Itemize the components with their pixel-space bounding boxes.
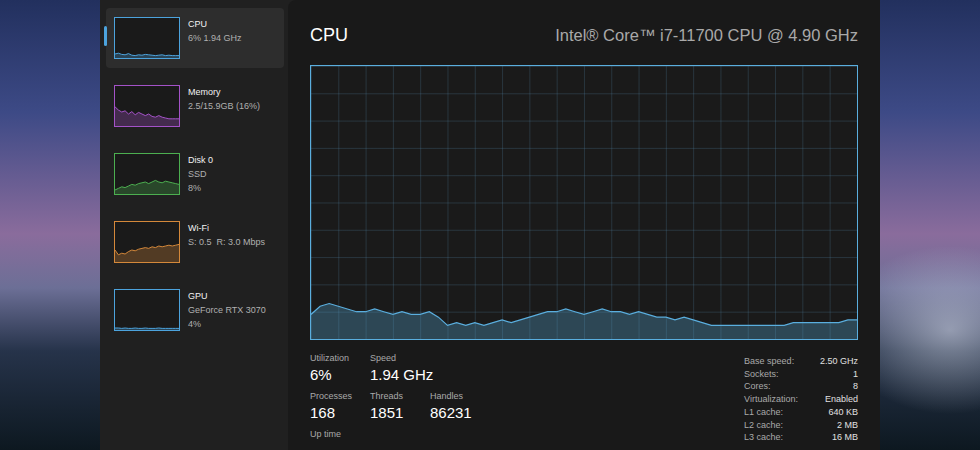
stat: Up time <box>310 428 358 440</box>
item-text: Memory2.5/15.9GB (16%) <box>188 85 260 113</box>
spec-label: Cores: <box>744 380 798 393</box>
stat: Handles86231 <box>430 390 478 424</box>
sidebar-item[interactable]: GPUGeForce RTX 30704% <box>106 280 284 340</box>
spec-label: L1 cache: <box>744 406 798 419</box>
stat-label: Speed <box>370 352 433 364</box>
spec-value: 640 KB <box>820 406 858 419</box>
item-detail: 4% <box>188 317 266 331</box>
spec-label: Base speed: <box>744 355 798 368</box>
spec-label: L2 cache: <box>744 419 798 432</box>
task-manager-window: CPU6% 1.94 GHzMemory2.5/15.9GB (16%)Disk… <box>100 0 880 450</box>
cpu-chart <box>310 65 858 340</box>
stat-label: Threads <box>370 390 418 402</box>
spec-value: Enabled <box>820 393 858 406</box>
spec-label: Virtualization: <box>744 393 798 406</box>
sparkline-line <box>115 180 179 190</box>
sidebar-item[interactable]: CPU6% 1.94 GHz <box>106 8 284 68</box>
spec-value: 2 MB <box>820 419 858 432</box>
sparkline-line <box>115 244 179 254</box>
thumbnail-graph <box>114 221 180 263</box>
stat-value: 1.94 GHz <box>370 364 433 386</box>
sidebar-item[interactable]: Memory2.5/15.9GB (16%) <box>106 76 284 136</box>
sparkline-line <box>115 107 179 119</box>
item-detail: S: 0.5 R: 3.0 Mbps <box>188 235 265 249</box>
sparkline-area <box>115 244 179 262</box>
item-name: CPU <box>188 17 242 31</box>
stat-label: Handles <box>430 390 478 402</box>
thumbnail-graph <box>114 289 180 331</box>
sidebar-item[interactable]: Wi-FiS: 0.5 R: 3.0 Mbps <box>106 212 284 272</box>
sparkline-line <box>115 328 179 329</box>
sparkline-area <box>115 180 179 194</box>
page-title: CPU <box>310 22 348 49</box>
item-text: Disk 0SSD8% <box>188 153 213 195</box>
item-text: CPU6% 1.94 GHz <box>188 17 242 45</box>
thumbnail-graph <box>114 85 180 127</box>
stat-value: 6% <box>310 364 358 386</box>
spec-label: Sockets: <box>744 368 798 381</box>
spec-value: 1 <box>820 368 858 381</box>
sparkline-line <box>115 53 179 55</box>
stats-area: Utilization6% Speed1.94 GHz Processes168 Th… <box>310 352 858 444</box>
sparkline <box>115 86 179 126</box>
item-text: Wi-FiS: 0.5 R: 3.0 Mbps <box>188 221 265 249</box>
stats-row: Utilization6% Speed1.94 GHz <box>310 352 478 386</box>
item-text: GPUGeForce RTX 30704% <box>188 289 266 331</box>
stat: Processes168 <box>310 390 358 424</box>
item-detail: 2.5/15.9GB (16%) <box>188 99 260 113</box>
item-name: GPU <box>188 289 266 303</box>
spec-value: 8 <box>820 380 858 393</box>
header: CPU Intel® Core™ i7-11700 CPU @ 4.90 GHz <box>310 18 858 52</box>
main-panel: CPU Intel® Core™ i7-11700 CPU @ 4.90 GHz U… <box>288 0 880 450</box>
stat: Threads1851 <box>370 390 418 424</box>
spec-value: 16 MB <box>820 431 858 444</box>
sidebar: CPU6% 1.94 GHz Memory2.5/15.9GB (16%) Disk… <box>100 0 288 450</box>
stat-value: 168 <box>310 402 358 424</box>
sparkline <box>115 18 179 58</box>
item-detail: 6% 1.94 GHz <box>188 31 242 45</box>
sparkline-area <box>115 328 179 330</box>
spec-value: 2.50 GHz <box>820 355 858 368</box>
sparkline <box>115 154 179 194</box>
stats-row: Processes168 Threads1851 Handles86231 <box>310 390 478 424</box>
stat-value: 1851 <box>370 402 418 424</box>
cpu-usage-graph-line <box>311 304 857 326</box>
specs-table: Base speed: 2.50 GHz Sockets: 1 Cores: 8 Virtu… <box>744 352 858 444</box>
stats-row: Up time <box>310 428 478 440</box>
thumbnail-graph <box>114 17 180 59</box>
stat-label: Up time <box>310 428 358 440</box>
selection-indicator <box>104 26 107 46</box>
item-name: Disk 0 <box>188 153 213 167</box>
cpu-usage-graph <box>311 66 857 339</box>
stat-label: Utilization <box>310 352 358 364</box>
thumbnail-graph <box>114 153 180 195</box>
sparkline-area <box>115 107 179 126</box>
item-detail: SSD <box>188 167 213 181</box>
item-detail: 8% <box>188 181 213 195</box>
stat: Speed1.94 GHz <box>370 352 433 386</box>
sparkline <box>115 222 179 262</box>
stat: Utilization6% <box>310 352 358 386</box>
cpu-usage-graph-area <box>311 304 857 339</box>
sparkline-area <box>115 53 179 58</box>
sidebar-item[interactable]: Disk 0SSD8% <box>106 144 284 204</box>
stats: Utilization6% Speed1.94 GHz Processes168 Th… <box>310 352 478 444</box>
item-name: Memory <box>188 85 260 99</box>
stat-value: 86231 <box>430 402 478 424</box>
item-detail: GeForce RTX 3070 <box>188 303 266 317</box>
processor-name: Intel® Core™ i7-11700 CPU @ 4.90 GHz <box>555 23 858 48</box>
item-name: Wi-Fi <box>188 221 265 235</box>
spec-label: L3 cache: <box>744 431 798 444</box>
sparkline <box>115 290 179 330</box>
stat-label: Processes <box>310 390 358 402</box>
